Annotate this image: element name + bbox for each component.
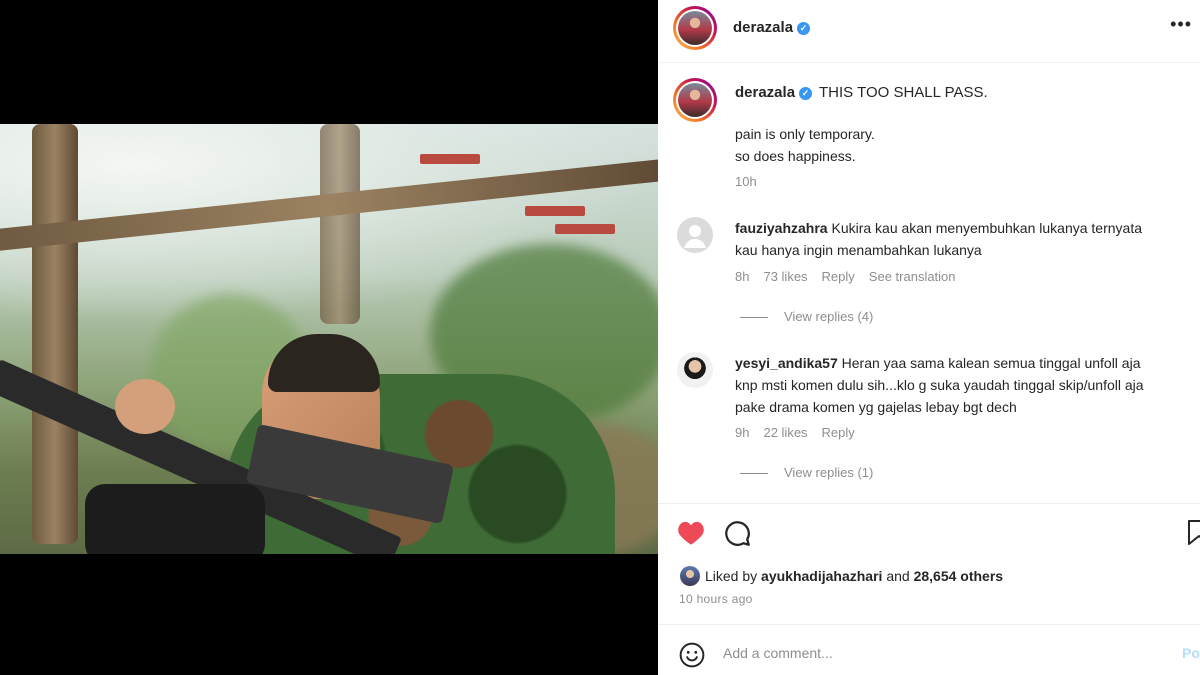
- view-replies-button[interactable]: View replies (4): [740, 309, 873, 324]
- avatar-image: [678, 11, 712, 45]
- liker-username[interactable]: ayukhadijahazhari: [761, 568, 882, 584]
- post-comment-button[interactable]: Post: [1182, 645, 1200, 661]
- likes-summary: Liked by ayukhadijahazhari and 28,654 ot…: [705, 568, 1003, 584]
- post-timestamp: 10 hours ago: [679, 592, 753, 606]
- photo-sign: [555, 224, 615, 234]
- view-replies-button[interactable]: View replies (1): [740, 465, 873, 480]
- photo-tree-trunk: [32, 124, 78, 544]
- replies-line: [740, 317, 768, 319]
- likes-prefix: Liked by: [705, 568, 758, 584]
- bookmark-icon[interactable]: [1188, 520, 1200, 551]
- likes-count[interactable]: 28,654 others: [914, 568, 1004, 584]
- header-username[interactable]: derazala ✓: [733, 19, 811, 36]
- photo-sign: [525, 206, 585, 216]
- caption-username-text[interactable]: derazala: [735, 84, 795, 101]
- photo-tree-trunk: [320, 124, 360, 324]
- caption-avatar[interactable]: [673, 78, 717, 122]
- reply-button[interactable]: Reply: [822, 269, 855, 284]
- comment-time: 8h: [735, 269, 750, 284]
- verified-badge-icon: ✓: [797, 22, 811, 35]
- header-avatar[interactable]: [673, 6, 717, 50]
- photo-hand: [115, 379, 175, 434]
- post-photo[interactable]: [0, 124, 658, 554]
- comment-time: 9h: [735, 425, 750, 440]
- caption-time: 10h: [735, 174, 757, 189]
- comment-meta: 8h 73 likes Reply See translation: [735, 269, 970, 284]
- comment-text: yesyi_andika57 Heran yaa sama kalean sem…: [735, 352, 1155, 418]
- comment-icon[interactable]: [724, 520, 751, 552]
- caption-line-1: pain is only temporary.: [735, 126, 875, 142]
- header-username-text[interactable]: derazala: [733, 19, 793, 36]
- default-avatar-icon: [684, 225, 706, 248]
- add-comment-input[interactable]: Add a comment...: [723, 645, 833, 661]
- verified-badge-icon: ✓: [799, 87, 813, 100]
- reply-button[interactable]: Reply: [822, 425, 855, 440]
- comment-username[interactable]: fauziyahzahra: [735, 220, 828, 236]
- post-media-panel: [0, 0, 658, 675]
- comment-avatar[interactable]: [677, 352, 713, 388]
- more-options-icon[interactable]: •••: [1170, 14, 1192, 35]
- comment-box-divider: [658, 624, 1200, 625]
- caption-line-2: so does happiness.: [735, 148, 856, 164]
- heart-filled-icon[interactable]: [677, 520, 705, 551]
- comment-avatar-default[interactable]: [677, 217, 713, 253]
- comment-meta: 9h 22 likes Reply: [735, 425, 869, 440]
- comment-likes[interactable]: 73 likes: [763, 269, 807, 284]
- see-translation-button[interactable]: See translation: [869, 269, 956, 284]
- actions-divider: [658, 503, 1200, 504]
- likes-and: and: [886, 568, 910, 584]
- comment-username[interactable]: yesyi_andika57: [735, 355, 838, 371]
- caption-title: THIS TOO SHALL PASS.: [819, 84, 988, 101]
- emoji-icon[interactable]: [679, 642, 705, 673]
- photo-bag: [85, 484, 265, 554]
- view-replies-label[interactable]: View replies (1): [784, 465, 873, 480]
- photo-sign: [420, 154, 480, 164]
- avatar-image: [678, 83, 712, 117]
- liker-avatar[interactable]: [680, 566, 700, 586]
- comment-likes[interactable]: 22 likes: [763, 425, 807, 440]
- comment-text: fauziyahzahra Kukira kau akan menyembuhk…: [735, 217, 1155, 261]
- view-replies-label[interactable]: View replies (4): [784, 309, 873, 324]
- header-divider: [658, 62, 1200, 63]
- caption-username[interactable]: derazala ✓: [735, 84, 813, 101]
- replies-line: [740, 473, 768, 475]
